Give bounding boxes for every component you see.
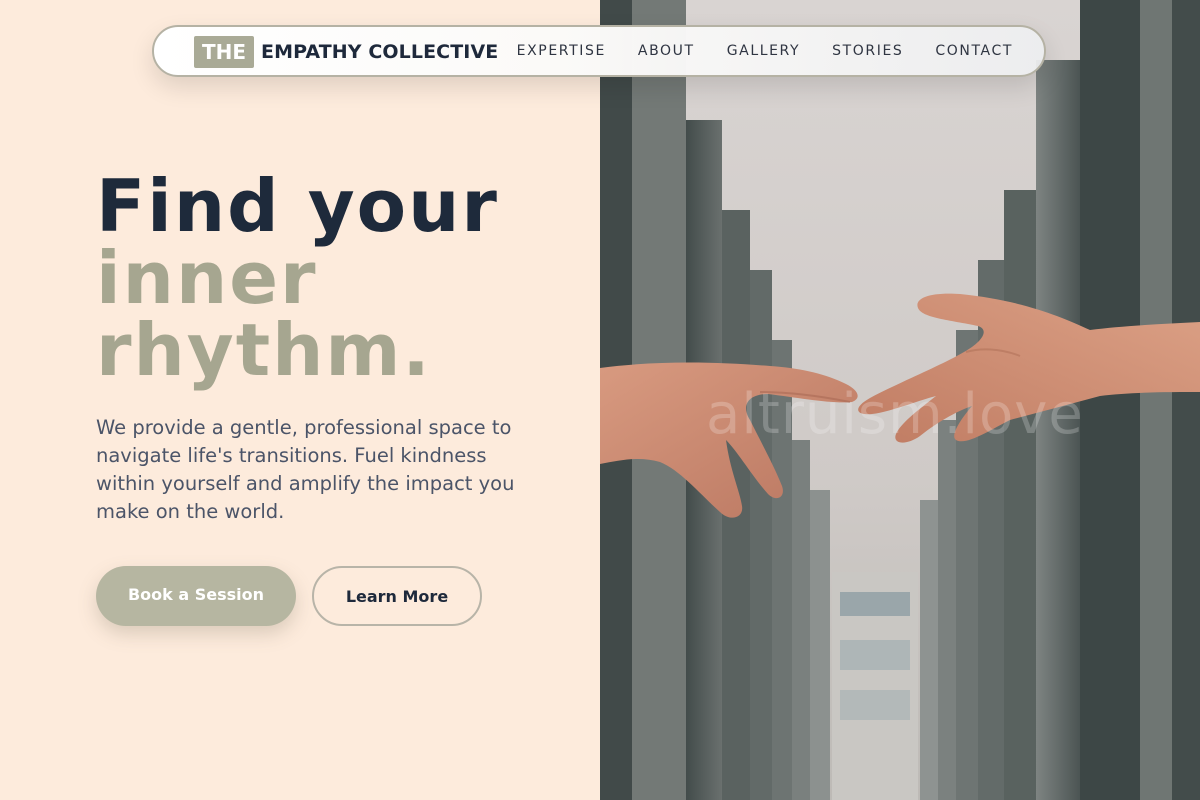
image-watermark: altruism.love (706, 382, 1084, 447)
nav-link-contact[interactable]: CONTACT (935, 43, 1013, 59)
brand-name: EMPATHY COLLECTIVE (261, 41, 499, 63)
hero-headline: Find your inner rhythm. (96, 170, 499, 386)
nav-link-about[interactable]: ABOUT (638, 43, 695, 59)
nav-links: EXPERTISE ABOUT GALLERY STORIES CONTACT (485, 27, 1013, 75)
nav-link-gallery[interactable]: GALLERY (727, 43, 800, 59)
headline-line-2: inner (96, 236, 318, 320)
nav-link-expertise[interactable]: EXPERTISE (517, 43, 606, 59)
landing-page: altruism.love THE EMPATHY COLLECTIVE EXP… (0, 0, 1200, 800)
brand-logo[interactable]: THE EMPATHY COLLECTIVE (194, 36, 498, 68)
headline-line-1: Find your (96, 164, 499, 248)
brand-badge: THE (194, 36, 255, 68)
learn-more-button[interactable]: Learn More (312, 566, 482, 626)
hero-description: We provide a gentle, professional space … (96, 416, 515, 523)
nav-link-stories[interactable]: STORIES (832, 43, 903, 59)
book-session-button[interactable]: Book a Session (96, 566, 296, 626)
headline-line-3: rhythm. (96, 308, 432, 392)
hero-photo-reaching-hands: altruism.love (600, 0, 1200, 800)
top-navbar: THE EMPATHY COLLECTIVE EXPERTISE ABOUT G… (152, 25, 1046, 77)
